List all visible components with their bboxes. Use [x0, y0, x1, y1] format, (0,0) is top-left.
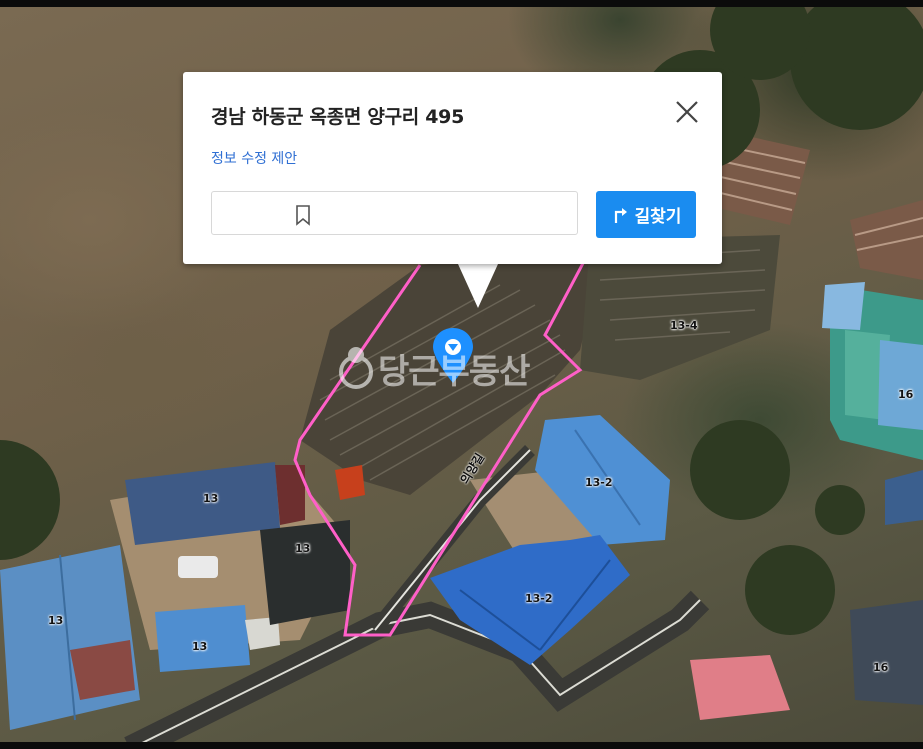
- address-title: 경남 하동군 옥종면 양구리 495: [211, 106, 465, 128]
- parcel-label: 13: [192, 640, 208, 653]
- action-bar: [211, 191, 578, 235]
- directions-label: 길찾기: [634, 207, 682, 227]
- bookmark-icon: [296, 205, 310, 226]
- close-button[interactable]: [673, 98, 701, 126]
- parcel-label: 13: [48, 614, 64, 627]
- bottom-frame-bar: [0, 742, 923, 749]
- top-frame-bar: [0, 0, 923, 7]
- suggest-edit-link[interactable]: 정보 수정 제안: [211, 148, 297, 168]
- parcel-label: 16: [898, 388, 914, 401]
- parcel-label: 13: [203, 492, 219, 505]
- parcel-label: 13-2: [525, 592, 553, 605]
- popup-pointer: [458, 264, 498, 308]
- close-icon: [676, 101, 698, 123]
- watermark-text: 당근부동산: [378, 352, 530, 392]
- route-icon: [614, 207, 627, 223]
- directions-button[interactable]: 길찾기: [596, 191, 696, 238]
- parcel-label: 13-4: [670, 319, 698, 332]
- save-button[interactable]: [294, 204, 312, 230]
- parcel-label: 16: [873, 661, 889, 674]
- parcel-label: 13: [295, 542, 311, 555]
- parcel-label: 13-2: [585, 476, 613, 489]
- address-popup: 경남 하동군 옥종면 양구리 495 정보 수정 제안 길찾기: [183, 72, 722, 264]
